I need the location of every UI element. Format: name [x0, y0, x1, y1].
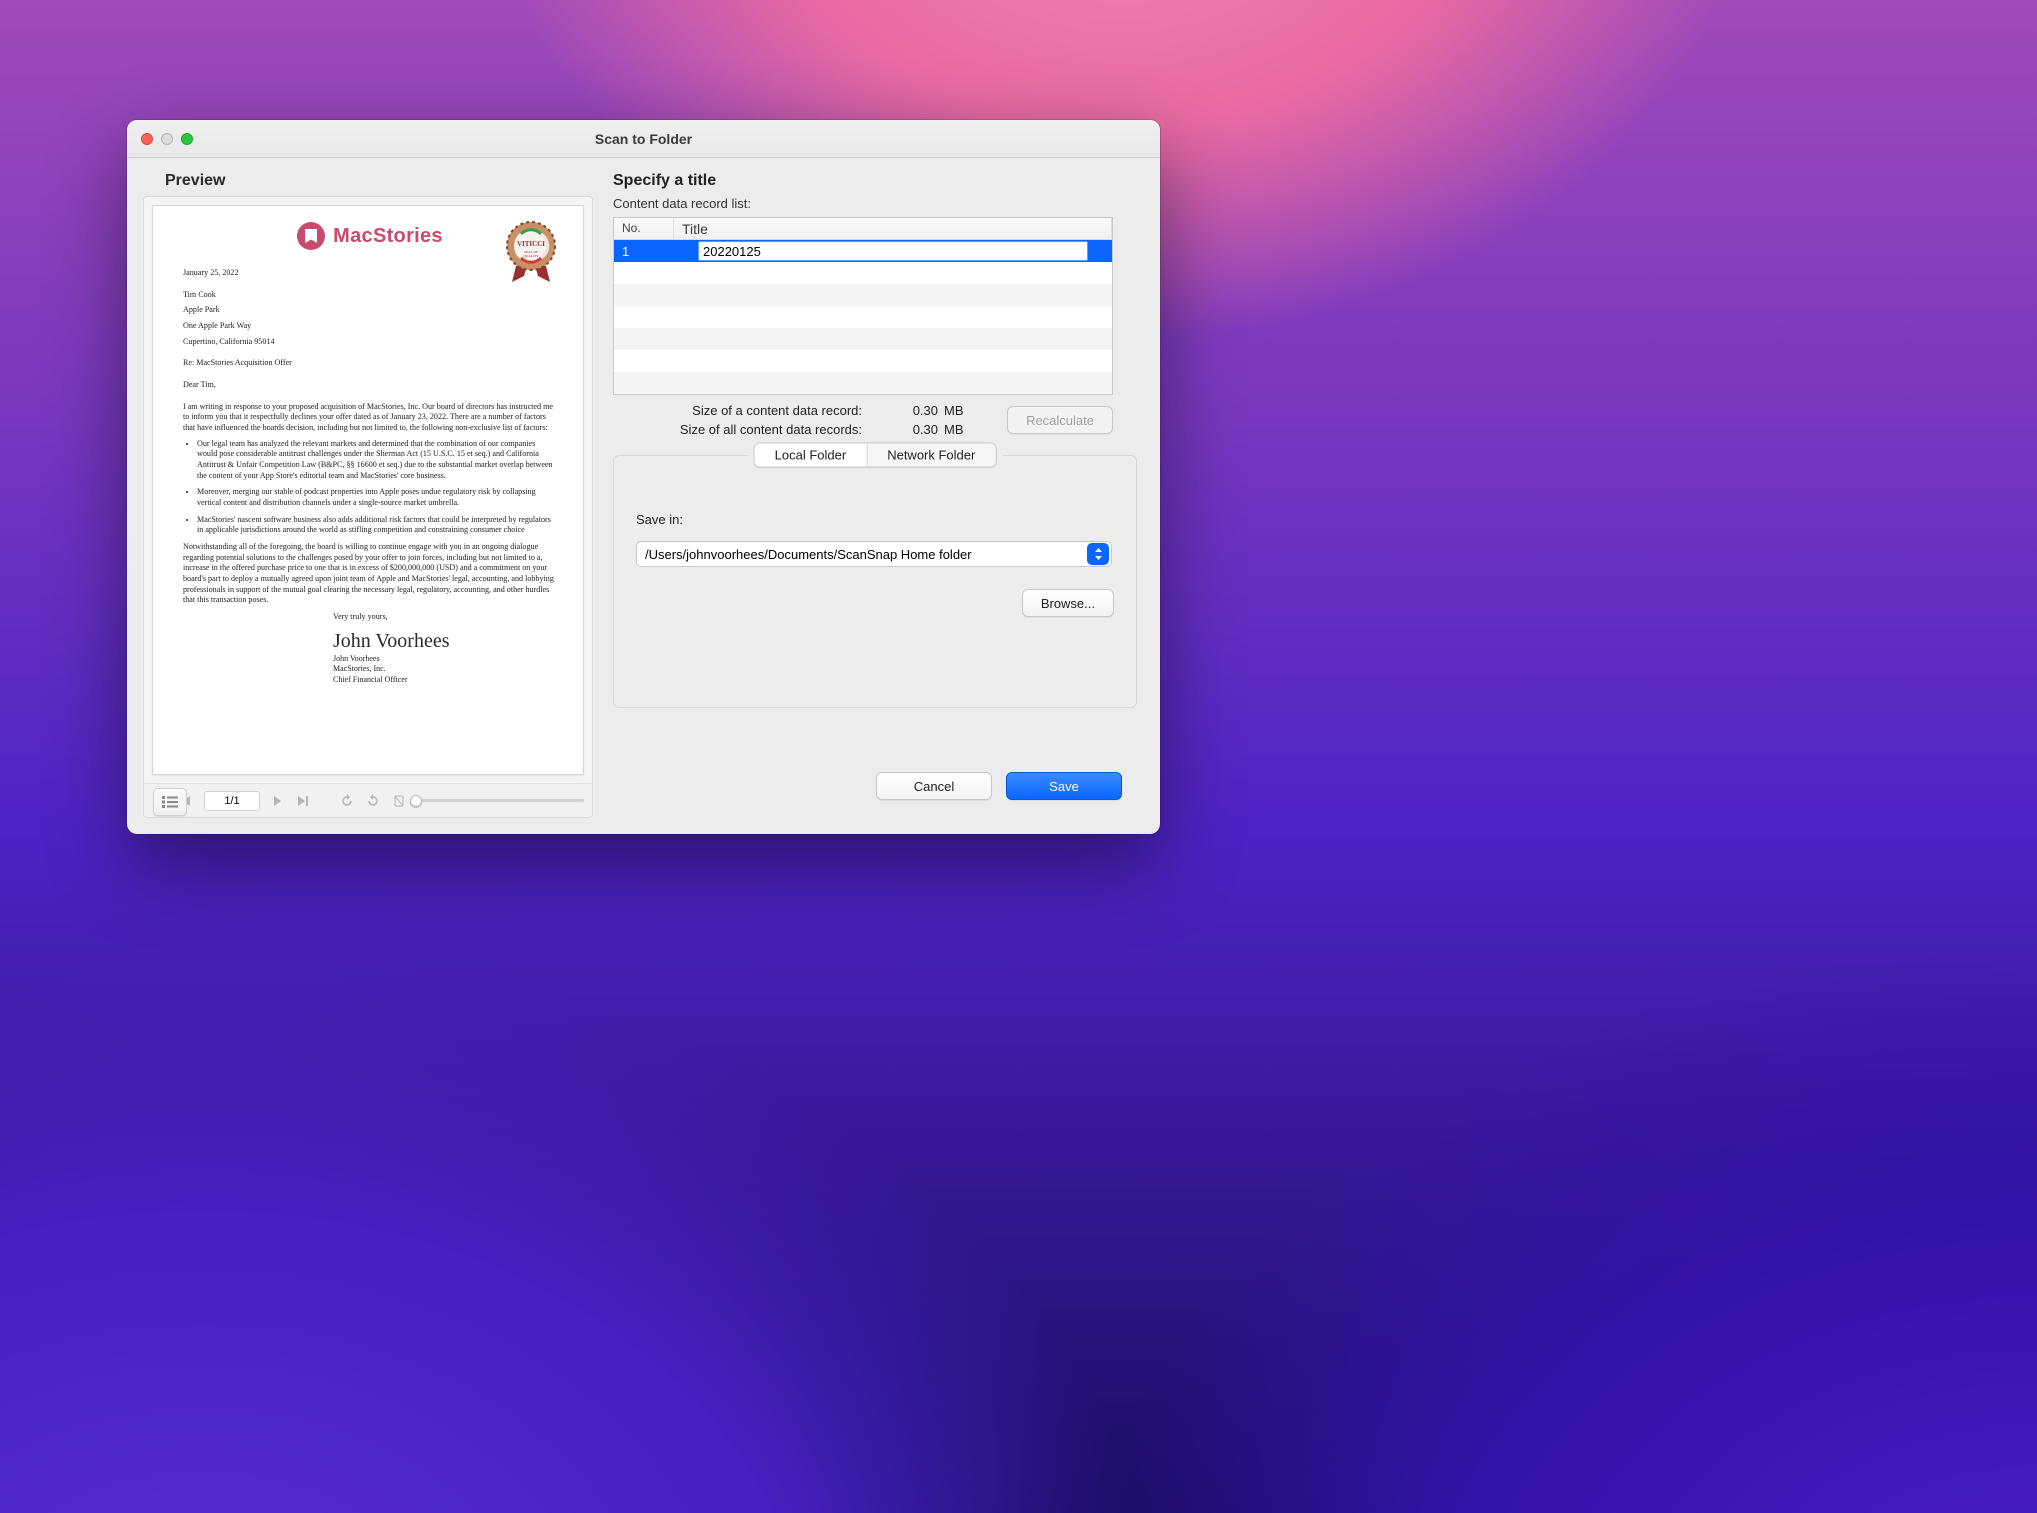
size-all-label: Size of all content data records: [613, 422, 868, 437]
browse-button[interactable]: Browse... [1022, 589, 1114, 617]
letter-closing: Very truly yours, [333, 612, 557, 623]
row-no: 1 [614, 244, 674, 259]
preview-pane: Preview MacStories [143, 172, 593, 818]
page-number-input[interactable] [204, 791, 260, 811]
specify-heading: Specify a title [613, 172, 1144, 190]
col-title[interactable]: Title [674, 218, 1112, 239]
delete-page-icon[interactable] [390, 792, 408, 810]
tab-local-folder[interactable]: Local Folder [755, 444, 867, 467]
preview-toolbar [144, 783, 592, 817]
tab-network-folder[interactable]: Network Folder [866, 444, 995, 467]
traffic-lights [141, 133, 193, 145]
dialog-footer: Cancel Save [876, 772, 1122, 800]
next-page-icon[interactable] [268, 792, 286, 810]
letter-sig-line: Chief Financial Officer [333, 675, 557, 686]
last-page-icon[interactable] [294, 792, 312, 810]
specify-pane: Specify a title Content data record list… [613, 172, 1144, 818]
view-mode-button[interactable] [153, 788, 187, 816]
table-header: No. Title [614, 218, 1112, 240]
folder-type-segmented: Local Folder Network Folder [748, 443, 1003, 468]
letter-signature: John Voorhees [333, 628, 557, 654]
svg-text:QUALITY: QUALITY [523, 254, 539, 258]
recalculate-button: Recalculate [1007, 406, 1113, 434]
letter-bullet: MacStories' nascent software business al… [197, 515, 557, 536]
letter-bullet: Moreover, merging our stable of podcast … [197, 487, 557, 508]
letter-addr: Tim Cook [183, 290, 557, 301]
letter-sig-line: John Voorhees [333, 654, 557, 665]
save-in-input[interactable] [637, 547, 1085, 562]
viticci-seal-icon: VITICCI SEAL OF QUALITY [495, 216, 567, 288]
table-row[interactable]: 1 [614, 240, 1112, 262]
scan-to-folder-window: Scan to Folder Preview MacStories [127, 120, 1160, 834]
record-list-label: Content data record list: [613, 196, 1144, 211]
size-one-label: Size of a content data record: [613, 403, 868, 418]
save-in-label: Save in: [636, 512, 1114, 527]
letter-body: January 25, 2022 Tim Cook Apple Park One… [183, 268, 557, 685]
chevron-updown-icon[interactable] [1087, 543, 1109, 565]
size-one-value: 0.30 [868, 403, 938, 418]
letter-paragraph: Notwithstanding all of the foregoing, th… [183, 542, 557, 606]
titlebar: Scan to Folder [127, 120, 1160, 158]
minimize-button [161, 133, 173, 145]
letter-paragraph: I am writing in response to your propose… [183, 402, 557, 434]
preview-card: MacStories [143, 196, 593, 818]
preview-page: MacStories [152, 205, 584, 775]
table-row [614, 284, 1112, 306]
folder-groupbox: Local Folder Network Folder Save in: Bro… [613, 455, 1137, 708]
rotate-left-icon[interactable] [338, 792, 356, 810]
size-unit: MB [938, 422, 974, 437]
letter-addr: Cupertino, California 95014 [183, 337, 557, 348]
window-title: Scan to Folder [127, 131, 1160, 147]
svg-text:VITICCI: VITICCI [517, 240, 545, 248]
table-row [614, 262, 1112, 284]
save-button[interactable]: Save [1006, 772, 1122, 800]
letter-sig-line: MacStories, Inc. [333, 664, 557, 675]
size-all-value: 0.30 [868, 422, 938, 437]
table-row [614, 328, 1112, 350]
table-row [614, 350, 1112, 372]
letter-brand: MacStories [333, 223, 443, 249]
zoom-button[interactable] [181, 133, 193, 145]
macstories-logo-icon [297, 222, 325, 250]
letter-salutation: Dear Tim, [183, 380, 557, 391]
zoom-slider[interactable] [416, 799, 584, 802]
letter-subject: Re: MacStories Acquisition Offer [183, 358, 557, 369]
table-row [614, 306, 1112, 328]
letter-addr: Apple Park [183, 305, 557, 316]
preview-heading: Preview [165, 172, 593, 190]
letter-addr: One Apple Park Way [183, 321, 557, 332]
save-in-combo[interactable] [636, 541, 1112, 567]
close-button[interactable] [141, 133, 153, 145]
table-row [614, 372, 1112, 394]
letter-bullet: Our legal team has analyzed the relevant… [197, 439, 557, 482]
cancel-button[interactable]: Cancel [876, 772, 992, 800]
size-unit: MB [938, 403, 974, 418]
rotate-right-icon[interactable] [364, 792, 382, 810]
record-table: No. Title 1 [613, 217, 1113, 395]
title-input[interactable] [698, 241, 1088, 261]
col-no[interactable]: No. [614, 218, 674, 239]
